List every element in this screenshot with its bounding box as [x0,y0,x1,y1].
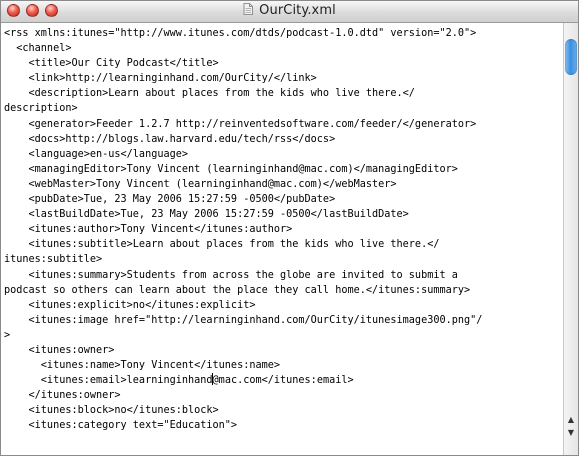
code-line-text: <itunes:owner> [4,344,115,356]
document-content: <rss xmlns:itunes="http://www.itunes.com… [1,23,564,455]
code-line-text: <itunes:author>Tony Vincent</itunes:auth… [4,224,293,236]
code-line[interactable]: <webMaster>Tony Vincent (learninginhand@… [4,177,564,192]
code-line[interactable]: <title>Our City Podcast</title> [4,56,564,71]
code-line-text: description> [4,103,78,115]
code-line[interactable]: <itunes:name>Tony Vincent</itunes:name> [4,358,564,373]
code-line[interactable]: <itunes:category text="Education"> [4,418,564,433]
code-line[interactable]: <lastBuildDate>Tue, 23 May 2006 15:27:59… [4,207,564,222]
code-line-text: > [4,329,11,341]
code-line-text: <link>http://learninginhand.com/OurCity/… [4,73,317,85]
code-line[interactable]: description> [4,101,564,116]
code-line[interactable]: <pubDate>Tue, 23 May 2006 15:27:59 -0500… [4,192,564,207]
vertical-scrollbar[interactable]: ▲ ▼ [563,23,578,455]
code-line-text: itunes:subtitle> [4,254,103,266]
title-bar[interactable]: OurCity.xml [1,1,578,23]
code-line-text: <itunes:subtitle>Learn about places from… [4,239,440,251]
code-line[interactable]: <itunes:author>Tony Vincent</itunes:auth… [4,222,564,237]
code-line-text: <docs>http://blogs.law.harvard.edu/tech/… [4,133,336,145]
code-line-text: <itunes:email>learninginhand [4,375,213,387]
window-title: OurCity.xml [259,3,336,18]
code-line-text: <rss xmlns:itunes="http://www.itunes.com… [4,28,477,39]
code-line[interactable]: podcast so others can learn about the pl… [4,283,564,298]
text-editor[interactable]: <rss xmlns:itunes="http://www.itunes.com… [1,23,564,455]
code-line[interactable]: <description>Learn about places from the… [4,86,564,101]
code-line-text: podcast so others can learn about the pl… [4,284,471,296]
code-line[interactable]: <language>en-us</language> [4,147,564,162]
code-line[interactable]: <docs>http://blogs.law.harvard.edu/tech/… [4,132,564,147]
code-line[interactable]: <itunes:owner> [4,343,564,358]
code-line[interactable]: <rss xmlns:itunes="http://www.itunes.com… [4,26,564,41]
code-line-text: </itunes:owner> [4,390,121,402]
code-line[interactable]: itunes:subtitle> [4,252,564,267]
code-line-text: <pubDate>Tue, 23 May 2006 15:27:59 -0500… [4,194,336,206]
code-line-text: <language>en-us</language> [4,148,189,160]
code-line[interactable]: </itunes:owner> [4,388,564,403]
code-line-text: @mac.com</itunes:email> [212,375,354,387]
code-line-text: <itunes:explicit>no</itunes:explicit> [4,299,256,311]
code-line-text: <itunes:category text="Education"> [4,420,238,432]
code-line[interactable]: <itunes:block>no</itunes:block> [4,403,564,418]
code-line-text: <title>Our City Podcast</title> [4,58,219,70]
code-line[interactable]: <itunes:image href="http://learninginhan… [4,313,564,328]
code-line-text: <itunes:summary>Students from across the… [4,269,458,281]
code-line-text: <itunes:block>no</itunes:block> [4,405,219,417]
code-line[interactable]: <generator>Feeder 1.2.7 http://reinvente… [4,117,564,132]
arrow-down-icon[interactable]: ▼ [566,428,576,438]
document-icon [243,3,254,15]
code-line[interactable]: <itunes:explicit>no</itunes:explicit> [4,298,564,313]
code-line[interactable]: <channel> [4,41,564,56]
code-line[interactable]: <itunes:subtitle>Learn about places from… [4,237,564,252]
code-line-text: <webMaster>Tony Vincent (learninginhand@… [4,178,397,190]
scroll-thumb[interactable] [565,39,577,75]
code-line-text: <lastBuildDate>Tue, 23 May 2006 15:27:59… [4,209,409,221]
code-line-text: <description>Learn about places from the… [4,88,415,100]
code-line[interactable]: <managingEditor>Tony Vincent (learningin… [4,162,564,177]
code-line-text: <managingEditor>Tony Vincent (learningin… [4,163,458,175]
code-line[interactable]: <itunes:email>learninginhand@mac.com</it… [4,373,564,388]
code-line-text: <channel> [4,43,72,55]
arrow-up-icon[interactable]: ▲ [566,415,576,425]
code-line[interactable]: <link>http://learninginhand.com/OurCity/… [4,71,564,86]
code-line-text: <generator>Feeder 1.2.7 http://reinvente… [4,118,477,130]
code-line[interactable]: > [4,328,564,343]
editor-window: OurCity.xml <rss xmlns:itunes="http://ww… [0,0,579,456]
window-title-area: OurCity.xml [1,3,578,18]
code-line-text: <itunes:name>Tony Vincent</itunes:name> [4,360,281,372]
code-line-text: <itunes:image href="http://learninginhan… [4,314,483,326]
code-line[interactable]: <itunes:summary>Students from across the… [4,268,564,283]
